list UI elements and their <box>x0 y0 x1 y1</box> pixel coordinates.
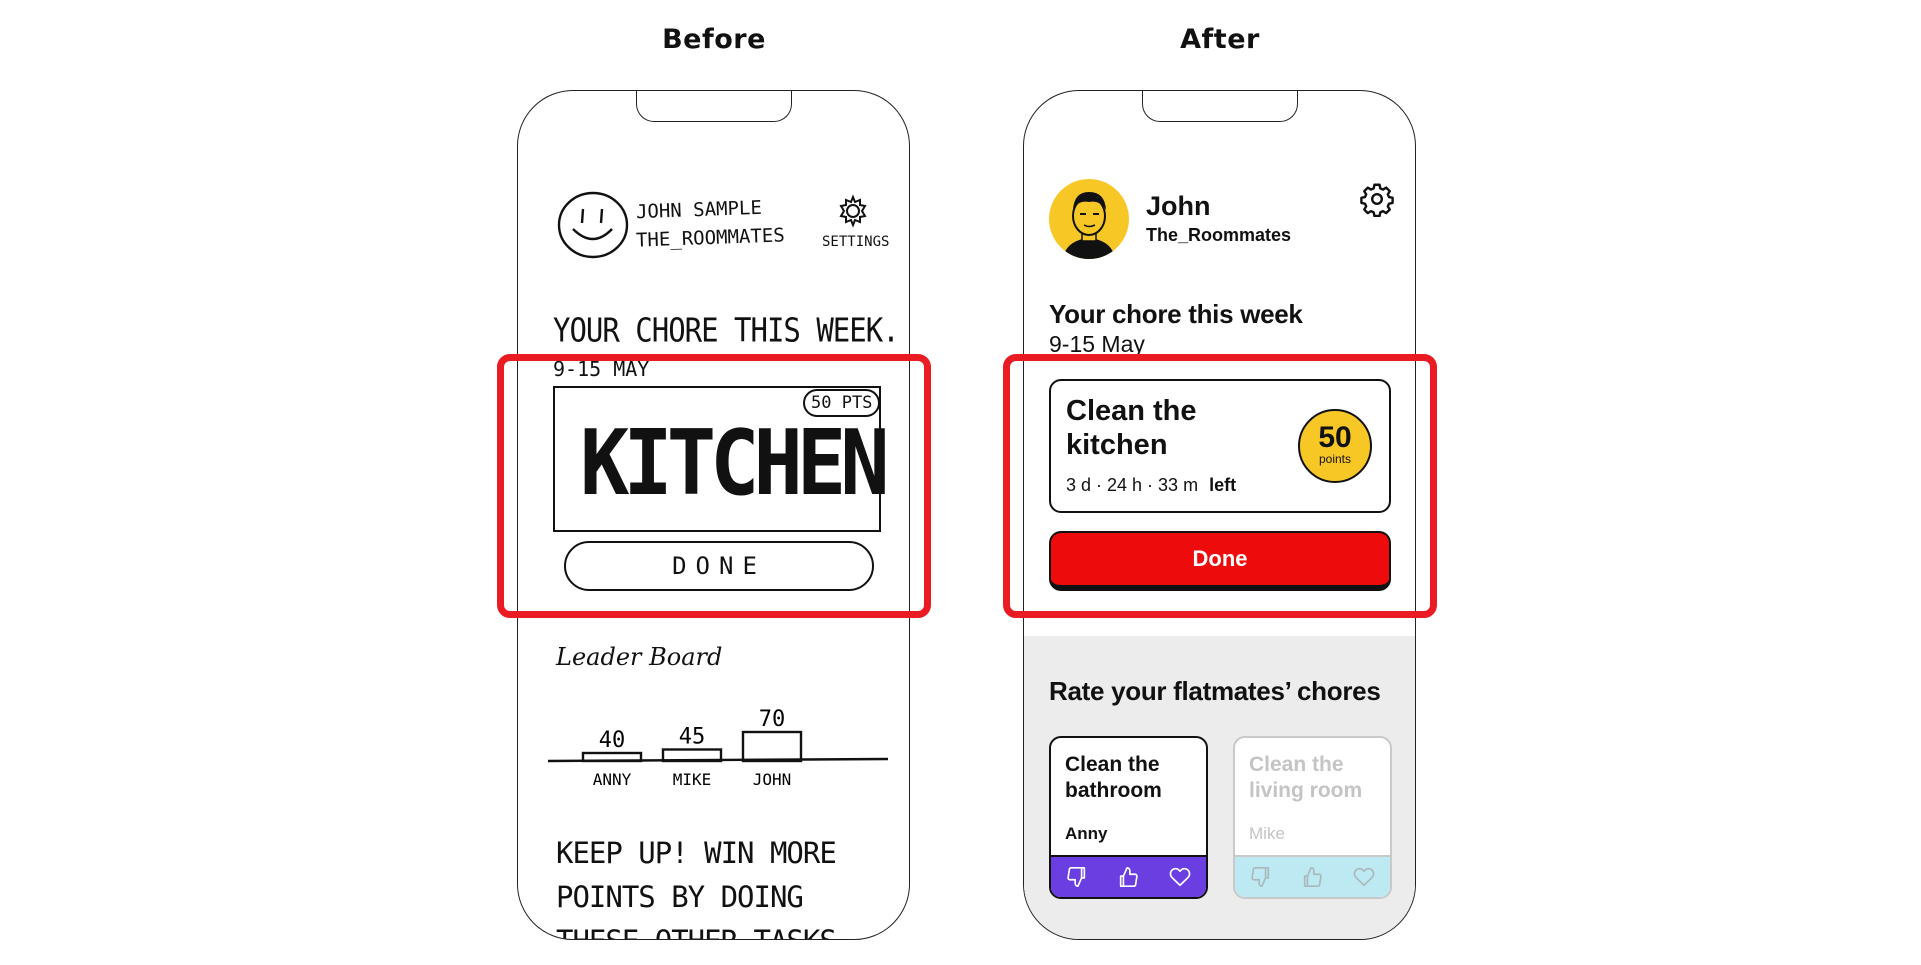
rate-heading: Rate your flatmates’ chores <box>1049 676 1381 706</box>
sketch-profile-group: THE_ROOMMATES <box>635 224 786 252</box>
rate-card-actions <box>1235 855 1390 897</box>
before-highlight-box <box>497 354 931 618</box>
sketch-gear-icon[interactable] <box>836 194 870 228</box>
smiley-avatar-icon <box>557 191 629 259</box>
after-highlight-box <box>1003 354 1437 618</box>
rate-card-title-line2: living room <box>1249 779 1363 802</box>
rate-card-title-line1: Clean the <box>1249 753 1344 776</box>
leaderboard-score-john: 70 <box>759 707 786 732</box>
sketch-profile-name: JOHN SAMPLE <box>635 196 763 224</box>
phone-notch <box>1141 91 1298 122</box>
rate-card-bathroom[interactable]: Clean the bathroom Anny <box>1049 736 1208 899</box>
avatar-face-icon <box>1049 179 1129 259</box>
sketch-keep-up-text: KEEP UP! WIN MORE POINTS BY DOING THESE … <box>556 836 837 939</box>
group-name: The_Roommates <box>1146 225 1292 245</box>
rate-card-living-room[interactable]: Clean the living room Mike <box>1233 736 1392 899</box>
sketch-settings-label: SETTINGS <box>822 234 890 250</box>
phone-notch <box>635 91 792 122</box>
rate-card-title-line1: Clean the <box>1065 753 1160 776</box>
after-heading: After <box>1180 24 1260 55</box>
rate-section: Rate your flatmates’ chores Clean the ba… <box>1024 636 1415 939</box>
heart-icon <box>1349 862 1379 892</box>
heart-icon[interactable] <box>1165 862 1195 892</box>
leaderboard-score-mike: 45 <box>679 725 706 750</box>
chore-heading: Your chore this week <box>1049 299 1303 329</box>
rate-card-title-line2: bathroom <box>1065 779 1162 802</box>
thumbs-down-icon <box>1246 862 1276 892</box>
rate-card-person: Anny <box>1065 824 1108 843</box>
gear-icon[interactable] <box>1359 181 1395 217</box>
thumbs-down-icon[interactable] <box>1062 862 1092 892</box>
rate-card-title: Clean the bathroom <box>1065 752 1205 804</box>
rate-card-title: Clean the living room <box>1249 752 1389 804</box>
sketch-leaderboard-chart: 40 ANNY 45 MIKE 70 JOHN <box>548 707 888 789</box>
leaderboard-score-anny: 40 <box>599 728 626 753</box>
thumbs-up-icon[interactable] <box>1113 862 1143 892</box>
rate-card-actions <box>1051 855 1206 897</box>
leaderboard-bar-john <box>741 730 803 763</box>
sketch-chore-heading: YOUR CHORE THIS WEEK. <box>553 310 900 350</box>
user-name: John <box>1146 191 1211 221</box>
leaderboard-name-anny: ANNY <box>593 770 632 789</box>
thumbs-up-icon <box>1297 862 1327 892</box>
before-heading: Before <box>662 24 766 55</box>
leaderboard-name-john: JOHN <box>753 770 792 789</box>
rate-card-person: Mike <box>1249 824 1285 843</box>
leaderboard-name-mike: MIKE <box>673 770 712 789</box>
